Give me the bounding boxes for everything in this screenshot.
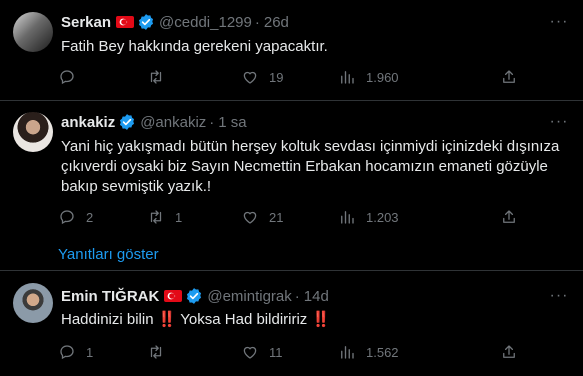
tweet-text: Haddinizi bilin ‼️ Yoksa Had bildiririz … [61, 311, 331, 328]
avatar[interactable] [13, 112, 53, 152]
share-button[interactable] [500, 206, 518, 228]
author-handle[interactable]: @ceddi_1299 [159, 14, 252, 31]
like-button[interactable]: 21 [241, 206, 283, 228]
more-icon[interactable]: ··· [547, 12, 571, 32]
avatar[interactable] [13, 12, 53, 52]
separator-dot: · [209, 113, 215, 131]
share-button[interactable] [500, 66, 518, 88]
double-exclamation-emoji: ‼️ [311, 311, 331, 328]
more-icon[interactable]: ··· [547, 286, 571, 306]
like-button[interactable]: 11 [241, 341, 283, 363]
turkey-flag-icon [164, 290, 183, 302]
reply-icon [60, 210, 74, 225]
author-name[interactable]: Serkan [61, 14, 111, 31]
reply-button[interactable] [58, 66, 86, 88]
retweet-icon [150, 345, 162, 359]
separator-dot: · [254, 13, 260, 31]
show-replies-link[interactable]: Yanıtları göster [58, 246, 159, 263]
tweet-actions: 1 11 1.562 [54, 341, 524, 363]
like-button[interactable]: 19 [241, 66, 283, 88]
retweet-icon [150, 210, 162, 224]
author-name[interactable]: Emin TIĞRAK [61, 288, 159, 305]
double-exclamation-emoji: ‼️ [157, 311, 177, 328]
separator-dot: · [294, 287, 300, 305]
tweet-3[interactable]: Emin TIĞRAK @emintigrak · 14d ··· Haddin… [0, 271, 583, 376]
turkey-flag-icon [116, 16, 135, 28]
heart-icon [243, 346, 257, 359]
verified-badge-icon [120, 114, 135, 130]
tweet-header: Emin TIĞRAK @emintigrak · 14d [61, 286, 329, 306]
tweet-header: ankakiz @ankakiz · 1 sa [61, 112, 247, 132]
retweet-button[interactable] [147, 66, 175, 88]
tweet-actions: 2 1 21 1.203 [54, 206, 524, 228]
tweet-text: Fatih Bey hakkında gerekeni yapacaktır. [61, 38, 328, 55]
timestamp[interactable]: 1 sa [218, 114, 246, 131]
views-button[interactable]: 1.562 [338, 341, 399, 363]
views-button[interactable]: 1.960 [338, 66, 399, 88]
reply-icon [60, 70, 74, 85]
tweet-1[interactable]: Serkan @ceddi_1299 · 26d ··· Fatih Bey h… [0, 0, 583, 100]
author-name[interactable]: ankakiz [61, 114, 115, 131]
more-icon[interactable]: ··· [547, 112, 571, 132]
tweet-text: Yani hiç yakışmadı bütün herşey koltuk s… [61, 138, 560, 195]
retweet-button[interactable]: 1 [147, 206, 182, 228]
share-icon [503, 70, 515, 83]
author-handle[interactable]: @ankakiz [140, 114, 206, 131]
tweet-header: Serkan @ceddi_1299 · 26d [61, 12, 289, 32]
avatar[interactable] [13, 283, 53, 323]
share-icon [503, 345, 515, 358]
views-icon [341, 71, 354, 84]
verified-badge-icon [138, 14, 154, 30]
heart-icon [243, 211, 257, 224]
retweet-button[interactable] [147, 341, 175, 363]
heart-icon [243, 71, 257, 84]
reply-icon [60, 345, 74, 360]
views-icon [341, 346, 354, 359]
tweet-2[interactable]: ankakiz @ankakiz · 1 sa ··· Yani hiç yak… [0, 101, 583, 269]
verified-badge-icon [187, 288, 202, 304]
retweet-icon [150, 70, 162, 84]
share-icon [503, 210, 515, 223]
timestamp[interactable]: 26d [264, 14, 289, 31]
views-button[interactable]: 1.203 [338, 206, 399, 228]
views-icon [341, 211, 354, 224]
share-button[interactable] [500, 341, 518, 363]
author-handle[interactable]: @emintigrak [207, 288, 291, 305]
timestamp[interactable]: 14d [304, 288, 329, 305]
reply-button[interactable]: 2 [58, 206, 93, 228]
reply-button[interactable]: 1 [58, 341, 93, 363]
tweet-actions: 19 1.960 [54, 66, 524, 88]
